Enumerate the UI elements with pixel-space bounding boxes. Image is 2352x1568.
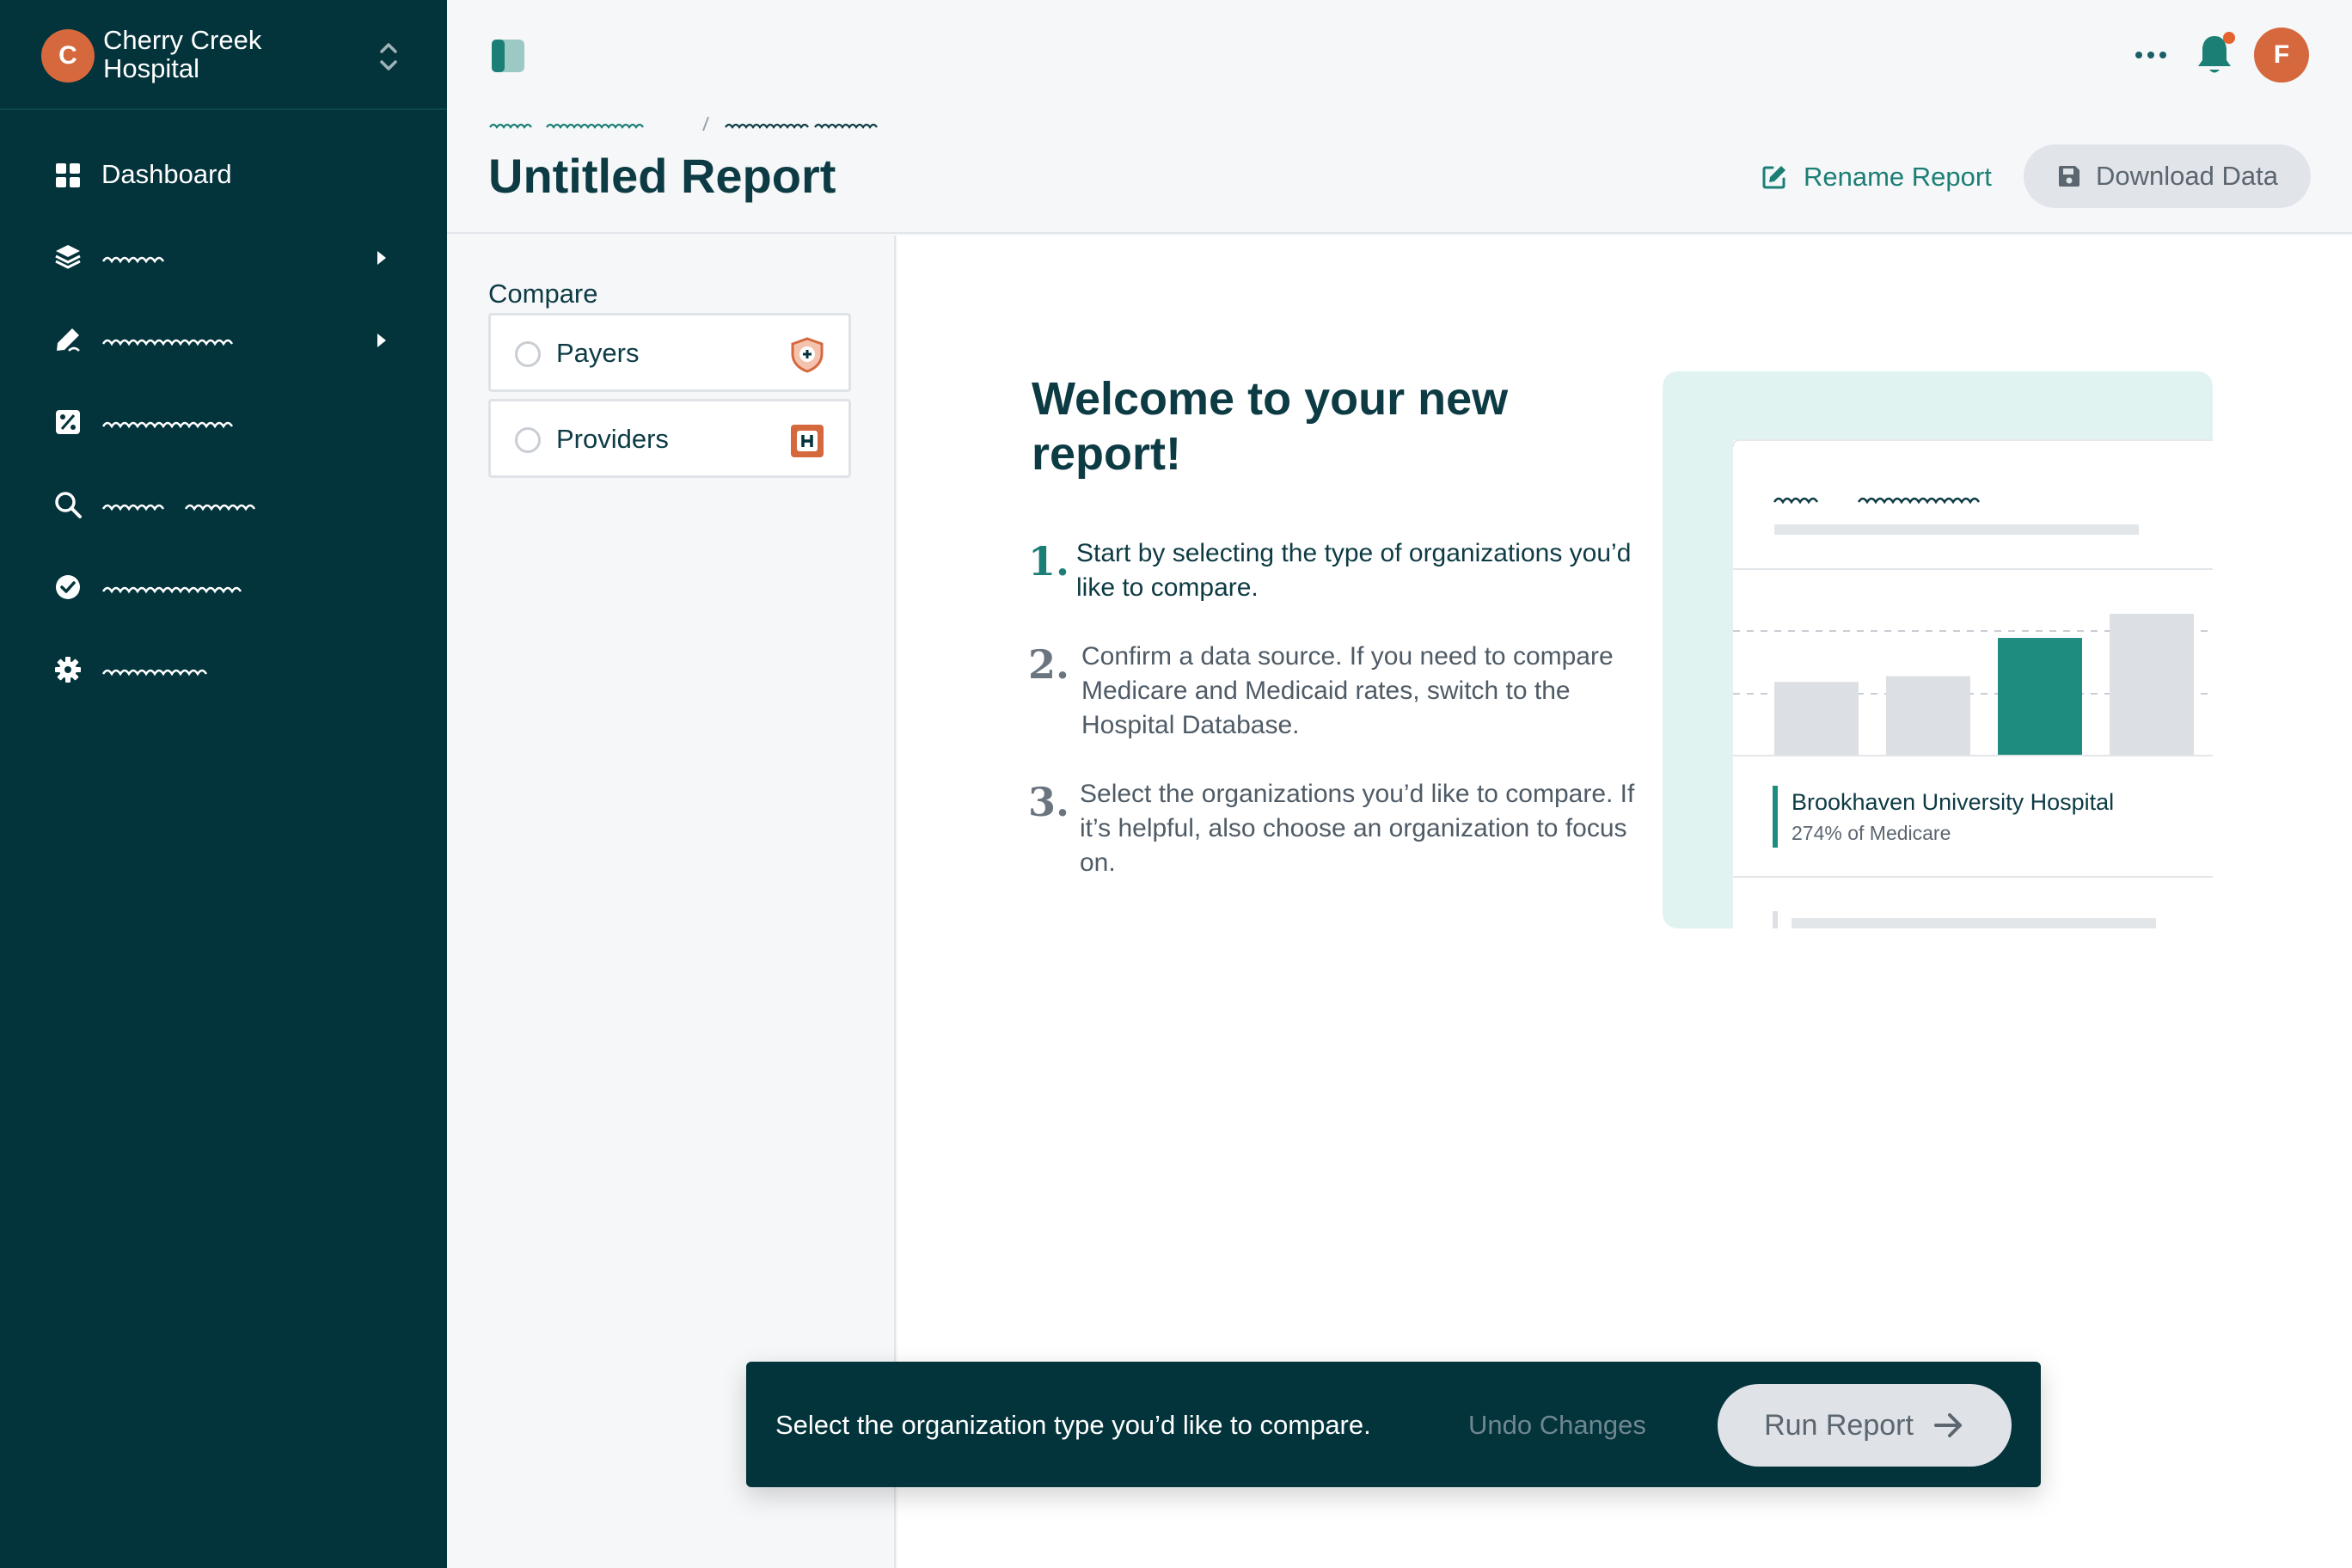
welcome-title: Welcome to your new report! bbox=[1032, 373, 1509, 480]
org-switcher[interactable]: C Cherry Creek Hospital bbox=[0, 0, 447, 110]
panel-toggle-icon[interactable] bbox=[490, 38, 526, 74]
option-providers[interactable]: Providers bbox=[488, 399, 851, 478]
org-name: Cherry Creek Hospital bbox=[103, 25, 262, 83]
arrow-right-icon bbox=[1933, 1413, 1962, 1437]
caret-right-icon bbox=[377, 251, 386, 265]
layers-icon bbox=[55, 245, 81, 269]
payer-shield-icon bbox=[791, 337, 824, 373]
rename-report-button[interactable]: Rename Report bbox=[1761, 144, 1992, 210]
step-text: Start by selecting the type of organizat… bbox=[1076, 539, 1632, 602]
redacted-label bbox=[101, 256, 165, 264]
badge-check-icon bbox=[56, 575, 80, 599]
action-bar: Select the organization type you’d like … bbox=[746, 1362, 2041, 1487]
preview-bar bbox=[1886, 676, 1970, 756]
step-number: 1. bbox=[1028, 538, 1070, 585]
undo-changes-button[interactable]: Undo Changes bbox=[1468, 1410, 1646, 1441]
sidebar-item-verified[interactable] bbox=[0, 554, 447, 622]
notification-bell-icon[interactable] bbox=[2194, 29, 2239, 79]
option-label: Providers bbox=[556, 424, 669, 454]
step-number: 3. bbox=[1028, 779, 1070, 825]
option-payers[interactable]: Payers bbox=[488, 313, 851, 392]
edit-icon bbox=[1762, 166, 1785, 189]
page-title: Untitled Report bbox=[488, 149, 836, 203]
gear-icon bbox=[55, 657, 81, 683]
sidebar-item-label: Dashboard bbox=[101, 159, 232, 189]
preview-hospital-name: Brookhaven University Hospital bbox=[1792, 789, 2114, 815]
more-horizontal-icon[interactable] bbox=[2132, 43, 2170, 67]
org-avatar: C bbox=[41, 29, 95, 83]
redacted-label bbox=[101, 339, 234, 346]
rename-report-label: Rename Report bbox=[1804, 162, 1992, 192]
search-icon bbox=[55, 492, 82, 518]
step-number: 2. bbox=[1028, 641, 1070, 688]
caret-right-icon bbox=[377, 334, 386, 347]
run-report-label: Run Report bbox=[1764, 1408, 1914, 1442]
sidebar-item-search[interactable] bbox=[0, 471, 447, 540]
step-text: Select the organizations you’d like to c… bbox=[1080, 780, 1635, 877]
page-header: F Untitled Report Rename Report Download… bbox=[447, 0, 2352, 234]
redacted-label bbox=[101, 421, 234, 429]
redacted-label bbox=[101, 669, 208, 677]
providers-radio[interactable] bbox=[515, 427, 541, 453]
preview-hospital-rate: 274% of Medicare bbox=[1792, 822, 1951, 844]
breadcrumb bbox=[489, 116, 878, 132]
sidebar-item-edit[interactable] bbox=[0, 306, 447, 375]
sidebar: C Cherry Creek Hospital Dashboard bbox=[0, 0, 447, 1568]
step-text: Confirm a data source. If you need to co… bbox=[1081, 642, 1614, 739]
save-disk-icon bbox=[2059, 166, 2080, 187]
redacted-label bbox=[101, 504, 256, 511]
sidebar-item-layers[interactable] bbox=[0, 224, 447, 292]
report-preview-illustration: Brookhaven University Hospital 274% of M… bbox=[1663, 371, 2214, 928]
option-label: Payers bbox=[556, 338, 640, 368]
download-data-label: Download Data bbox=[2096, 161, 2278, 191]
dashboard-grid-icon bbox=[56, 163, 80, 187]
redacted-label bbox=[101, 586, 242, 594]
sidebar-item-settings[interactable] bbox=[0, 636, 447, 705]
chevron-up-down-icon[interactable] bbox=[371, 38, 406, 76]
compare-label: Compare bbox=[488, 279, 598, 309]
percent-square-icon bbox=[56, 410, 80, 434]
hospital-icon bbox=[791, 425, 824, 457]
run-report-button[interactable]: Run Report bbox=[1718, 1384, 2012, 1467]
preview-bar bbox=[1998, 638, 2082, 756]
payers-radio[interactable] bbox=[515, 341, 541, 367]
sidebar-item-percent[interactable] bbox=[0, 389, 447, 457]
download-data-button[interactable]: Download Data bbox=[2024, 144, 2311, 208]
sidebar-item-dashboard[interactable]: Dashboard bbox=[0, 142, 447, 211]
pen-icon bbox=[57, 328, 80, 352]
action-bar-message: Select the organization type you’d like … bbox=[775, 1410, 1371, 1440]
user-avatar[interactable]: F bbox=[2254, 28, 2309, 83]
preview-bar bbox=[1774, 682, 1859, 756]
preview-bar bbox=[2110, 614, 2194, 756]
